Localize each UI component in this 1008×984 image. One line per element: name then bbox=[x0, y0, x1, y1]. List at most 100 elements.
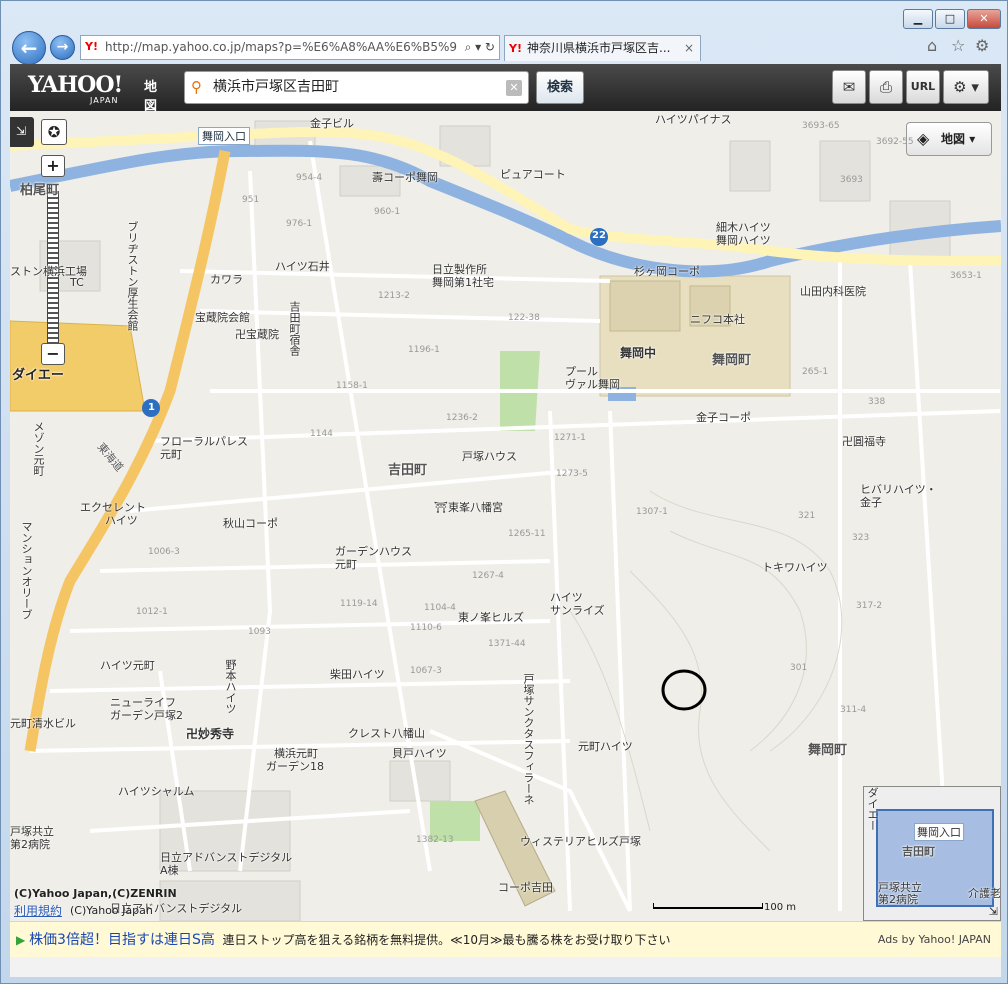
label-totsuka-house[interactable]: 戸塚ハウス bbox=[462, 448, 517, 464]
clear-icon[interactable]: ✕ bbox=[506, 80, 522, 96]
forward-button[interactable]: → bbox=[50, 35, 75, 60]
yahoo-logo[interactable]: YAHOO! JAPAN 地図 bbox=[28, 72, 157, 114]
label-daiei[interactable]: ダイエー bbox=[12, 364, 64, 383]
map-drawing bbox=[10, 120, 1001, 921]
label-kaneko-biru[interactable]: 金子ビル bbox=[310, 115, 354, 131]
label-yamada-clinic[interactable]: 山田内科医院 bbox=[800, 283, 866, 299]
label-hibari-kaneko[interactable]: 金子 bbox=[860, 494, 882, 510]
scale-label: 100 m bbox=[764, 902, 797, 913]
minimap-label: 介護老 bbox=[968, 887, 1001, 900]
label-haitsu-ishii[interactable]: ハイツ石井 bbox=[275, 258, 330, 274]
label-crest-hachimanyama[interactable]: クレスト八幡山 bbox=[348, 725, 425, 741]
back-button[interactable]: ← bbox=[12, 31, 46, 65]
address-tools[interactable]: ⌕ ▾ ↻ bbox=[465, 36, 495, 59]
search-input[interactable]: ⚲ 横浜市戸塚区吉田町 ✕ bbox=[184, 71, 529, 104]
label-haitsu-motomachi[interactable]: ハイツ元町 bbox=[100, 657, 155, 673]
label-enpukuji[interactable]: 卍圓福寺 bbox=[842, 433, 886, 449]
terms-link[interactable]: 利用規約 bbox=[14, 902, 62, 919]
collapse-panel-icon[interactable]: ⇲ bbox=[10, 117, 34, 147]
address-bar[interactable]: Y! http://map.yahoo.co.jp/maps?p=%E6%A8%… bbox=[80, 35, 500, 60]
label-myoshuji[interactable]: 卍妙秀寺 bbox=[186, 725, 234, 742]
label-higashinomine-hills[interactable]: 東ノ峯ヒルズ bbox=[458, 609, 524, 625]
label-hozoin-kaikan[interactable]: 宝蔵院会館 bbox=[195, 309, 250, 325]
label-sanctus[interactable]: 戸塚サンクタスフィラーネ bbox=[522, 673, 535, 805]
close-window-button[interactable]: ✕ bbox=[967, 9, 1001, 29]
label-excellent-haitsu[interactable]: ハイツ bbox=[105, 512, 138, 528]
label-hitachi-shataku[interactable]: 舞岡第1社宅 bbox=[432, 274, 494, 290]
label-akiyama-corpo[interactable]: 秋山コーポ bbox=[223, 515, 278, 531]
url-button[interactable]: URL bbox=[906, 70, 940, 104]
label-higashimine-hachimangu[interactable]: ⛩東峯八幡宮 bbox=[434, 499, 503, 515]
ad-headline[interactable]: 株価3倍超！目指すは連日S高 bbox=[29, 932, 215, 948]
star-icon[interactable]: ☆ bbox=[951, 36, 965, 55]
ad-banner[interactable]: ▶ 株価3倍超！目指すは連日S高 連日ストップ高を狙える銘柄を無料提供。≪10月… bbox=[10, 921, 1001, 957]
label-floral-motomachi[interactable]: 元町 bbox=[160, 446, 182, 462]
zoom-in-button[interactable]: + bbox=[41, 155, 65, 177]
label-maioka-iriguchi[interactable]: 舞岡入口 bbox=[198, 127, 250, 145]
logo-service: 地図 bbox=[144, 80, 157, 114]
label-motomachi-shimizu[interactable]: 元町清水ビル bbox=[10, 715, 76, 731]
ad-attribution[interactable]: Ads by Yahoo! JAPAN bbox=[878, 922, 991, 958]
label-sugigaoka-corpo[interactable]: 杉ヶ岡コーポ bbox=[634, 263, 700, 279]
label-bridgestone[interactable]: ブリヂストン厚生会館 bbox=[126, 221, 139, 331]
parcel-number: 1158-1 bbox=[336, 381, 368, 391]
print-icon[interactable]: ⎙ bbox=[869, 70, 903, 104]
gear-icon[interactable]: ⚙ bbox=[975, 36, 989, 55]
map-canvas[interactable]: 22 1 ⇲ ✪ + − ◈ 地図 ▾ 舞岡入口 金子ビル 柏尾町 壽コーポ舞岡… bbox=[10, 111, 1001, 921]
label-haitsu-shalom[interactable]: ハイツシャルム bbox=[118, 783, 195, 799]
minimap-resize-icon[interactable]: ⇲ bbox=[989, 905, 998, 918]
label-nomoto-haitsu[interactable]: 野本ハイツ bbox=[224, 659, 237, 714]
label-kaneko-corpo[interactable]: 金子コーポ bbox=[696, 409, 751, 425]
label-kashio-cho: 柏尾町 bbox=[20, 183, 60, 198]
parcel-number: 1307-1 bbox=[636, 507, 668, 517]
parcel-number: 1382-13 bbox=[416, 835, 454, 845]
label-maioka-haitsu[interactable]: 舞岡ハイツ bbox=[716, 232, 771, 248]
label-pure-court[interactable]: ピュアコート bbox=[500, 166, 566, 182]
label-mansion[interactable]: マンションオリーブ bbox=[20, 521, 33, 620]
label-totsuka-kyoritsu-2[interactable]: 第2病院 bbox=[10, 836, 50, 852]
label-shibata-haitsu[interactable]: 柴田ハイツ bbox=[330, 666, 385, 682]
parcel-number: 323 bbox=[852, 533, 870, 543]
home-icon[interactable]: ⌂ bbox=[927, 36, 937, 55]
search-button[interactable]: 検索 bbox=[536, 71, 584, 104]
locate-icon[interactable]: ✪ bbox=[41, 119, 67, 145]
label-hozoin[interactable]: 卍宝蔵院 bbox=[235, 326, 279, 342]
label-kaido-haitsu[interactable]: 貝戸ハイツ bbox=[392, 745, 447, 761]
label-tokiwa-haitsu[interactable]: トキワハイツ bbox=[762, 559, 828, 575]
label-maioka-junior-high[interactable]: 舞岡中 bbox=[620, 344, 656, 361]
label-corpo-yoshida[interactable]: コーポ吉田 bbox=[498, 879, 553, 895]
ad-text[interactable]: 連日ストップ高を狙える銘柄を無料提供。≪10月≫最も騰る株をお受け取り下さい bbox=[223, 933, 671, 947]
logo-text: YAHOO! bbox=[28, 72, 123, 98]
label-kawara[interactable]: カワラ bbox=[210, 271, 243, 287]
map-layer-button[interactable]: ◈ 地図 ▾ bbox=[906, 122, 992, 156]
mail-icon[interactable]: ✉ bbox=[832, 70, 866, 104]
overview-minimap[interactable]: 舞岡入口 吉田町 戸塚共立 第2病院 介護老 ダイエー ⇲ bbox=[863, 786, 1001, 921]
tab-close-icon[interactable]: × bbox=[684, 36, 694, 61]
zoom-out-button[interactable]: − bbox=[41, 343, 65, 365]
label-newlife-garden[interactable]: ガーデン戸塚2 bbox=[110, 707, 183, 723]
label-hitachi-advanced-a[interactable]: A棟 bbox=[160, 862, 179, 878]
search-value: 横浜市戸塚区吉田町 bbox=[213, 79, 339, 95]
parcel-number: 122-38 bbox=[508, 313, 540, 323]
label-wisteria-hills[interactable]: ウィステリアヒルズ戸塚 bbox=[520, 833, 641, 849]
layer-label: 地図 bbox=[941, 132, 966, 146]
label-kotobuki-corpo[interactable]: 壽コーポ舞岡 bbox=[372, 169, 438, 185]
label-haitsu-sunrise-2[interactable]: サンライズ bbox=[550, 602, 605, 618]
tab-map[interactable]: Y! 神奈川県横浜市戸塚区吉... × bbox=[504, 35, 701, 61]
label-ston-factory-tc[interactable]: TC bbox=[70, 276, 84, 289]
settings-gear-icon[interactable]: ⚙ ▾ bbox=[943, 70, 989, 104]
parcel-number: 1093 bbox=[248, 627, 271, 637]
label-mezon[interactable]: メゾン元町 bbox=[32, 421, 45, 476]
label-vial[interactable]: ヴァル舞岡 bbox=[565, 376, 620, 392]
parcel-number: 1273-5 bbox=[556, 469, 588, 479]
label-garden-house-motomachi[interactable]: 元町 bbox=[335, 556, 357, 572]
maximize-button[interactable]: □ bbox=[935, 9, 965, 29]
label-haitsu-pines[interactable]: ハイツパイナス bbox=[655, 111, 732, 127]
minimize-button[interactable]: ▁ bbox=[903, 9, 933, 29]
label-yoshidacho-dormitory[interactable]: 吉田町宿舎 bbox=[288, 301, 301, 356]
label-hitachi-advanced[interactable]: 日立アドバンストデジタル bbox=[160, 849, 292, 865]
search-icon: ⚲ bbox=[191, 78, 202, 96]
label-yokohama-motomachi-garden[interactable]: ガーデン18 bbox=[266, 758, 324, 774]
label-nifuko[interactable]: ニフコ本社 bbox=[690, 311, 745, 327]
label-motomachi-haitsu[interactable]: 元町ハイツ bbox=[578, 738, 633, 754]
